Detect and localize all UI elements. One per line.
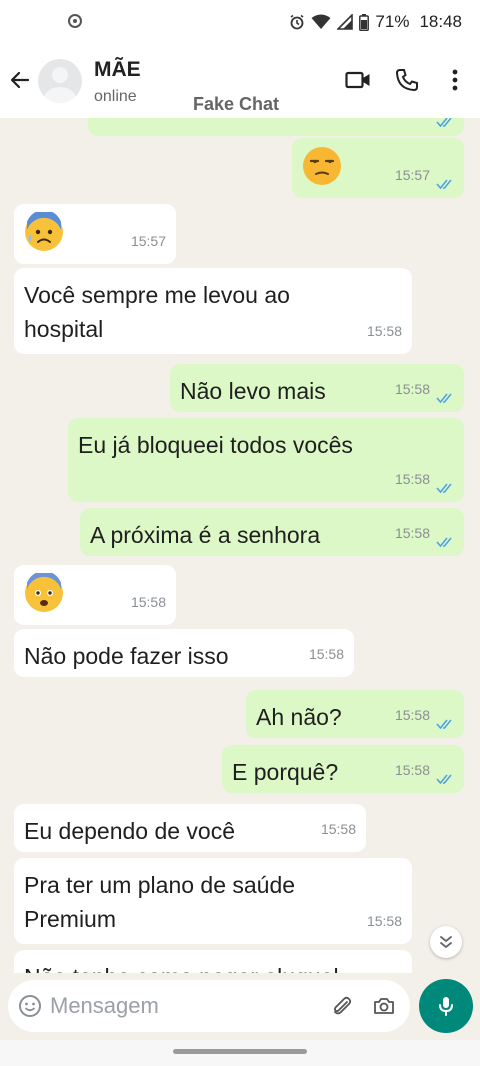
message-time: 15:58 — [130, 594, 166, 610]
message-bubble-incoming[interactable]: Pra ter um plano de saúde Premium 15:58 — [14, 858, 412, 944]
message-time: 15:58 — [308, 646, 344, 662]
message-bubble-outgoing[interactable]: A próxima é a senhora 15:58 — [80, 508, 464, 556]
contact-name[interactable]: MÃE — [94, 58, 141, 82]
message-time: 15:57 — [394, 167, 430, 183]
message-text: Ah não? — [256, 704, 342, 730]
clock: 18:48 — [419, 12, 462, 31]
message-text: A próxima é a senhora — [90, 522, 321, 548]
double-chevron-down-icon — [440, 936, 452, 948]
message-input-placeholder: Mensagem — [50, 993, 159, 1018]
fake-chat-watermark: Fake Chat — [193, 94, 280, 114]
read-ticks-icon — [436, 179, 452, 190]
attachment-icon[interactable] — [330, 994, 354, 1018]
fearful-face-emoji-icon — [25, 573, 63, 612]
read-ticks-icon — [436, 537, 452, 548]
message-time: 15:58 — [394, 525, 430, 541]
emoji-icon[interactable] — [18, 994, 42, 1018]
unamused-face-emoji-icon — [303, 147, 341, 185]
message-text: Não tenho como pagar aluguel — [24, 960, 339, 973]
read-ticks-icon — [436, 774, 452, 785]
signal-icon — [337, 14, 354, 30]
message-time: 15:58 — [394, 381, 430, 397]
status-bar: 71% 18:48 — [0, 0, 480, 46]
scroll-to-bottom-button[interactable] — [430, 926, 462, 958]
anxious-face-with-sweat-emoji-icon — [25, 212, 63, 251]
message-bubble-outgoing[interactable]: 15:57 — [88, 118, 464, 136]
message-bubble-incoming[interactable]: 15:57 — [14, 204, 176, 264]
message-time: 15:57 — [395, 118, 430, 130]
message-time: 15:58 — [320, 821, 356, 837]
alarm-icon — [290, 14, 304, 30]
message-text: Não pode fazer isso — [24, 643, 229, 669]
more-options-icon[interactable] — [449, 68, 461, 92]
message-bubble-incoming[interactable]: 15:58 — [14, 565, 176, 625]
message-text: Eu dependo de você — [24, 818, 236, 844]
microphone-icon — [439, 997, 453, 1016]
message-time: 15:57 — [130, 233, 166, 249]
message-text: E porquê? — [232, 759, 339, 785]
read-ticks-icon — [436, 118, 452, 128]
read-ticks-icon — [436, 719, 452, 730]
message-bubble-incoming[interactable]: Não pode fazer isso 15:58 — [14, 629, 354, 677]
video-call-icon[interactable] — [345, 68, 371, 92]
message-bubble-outgoing[interactable]: Ah não? 15:58 — [246, 690, 464, 738]
voice-message-button[interactable] — [419, 979, 473, 1033]
message-bubble-incoming[interactable]: Você sempre me levou ao hospital 15:58 — [14, 268, 412, 354]
battery-percent: 71% — [375, 12, 410, 31]
message-list[interactable]: 15:57 15:57 15:57 Você sempre me levou a… — [0, 118, 480, 973]
status-icons: 71% 18:48 — [289, 12, 462, 32]
battery-icon — [359, 13, 370, 31]
phone-call-icon[interactable] — [395, 68, 419, 92]
message-time: 15:58 — [366, 913, 402, 929]
contact-status: online — [94, 88, 137, 105]
message-time: 15:58 — [394, 707, 430, 723]
message-text: Eu já bloqueei todos vocês — [78, 432, 353, 458]
message-text: Não levo mais — [180, 378, 326, 404]
message-time: 15:58 — [366, 323, 402, 339]
message-time: 15:58 — [394, 762, 430, 778]
home-indicator[interactable] — [173, 1049, 307, 1054]
message-bubble-outgoing[interactable]: E porquê? 15:58 — [222, 745, 464, 793]
notification-dot-icon — [68, 14, 82, 28]
message-bubble-outgoing[interactable]: 15:57 — [292, 138, 464, 198]
message-text: Você sempre me levou ao hospital — [24, 282, 290, 342]
avatar[interactable] — [38, 59, 82, 103]
wifi-icon — [311, 14, 331, 29]
message-input[interactable]: Mensagem — [8, 980, 410, 1032]
back-arrow-icon[interactable] — [8, 68, 32, 92]
message-bubble-outgoing[interactable]: Não levo mais 15:58 — [170, 364, 464, 412]
camera-icon[interactable] — [372, 994, 396, 1018]
message-bubble-incoming[interactable]: Eu dependo de você 15:58 — [14, 804, 366, 852]
message-text: Pra ter um plano de saúde Premium — [24, 872, 296, 932]
read-ticks-icon — [436, 393, 452, 404]
message-bubble-outgoing[interactable]: Eu já bloqueei todos vocês 15:58 — [68, 418, 464, 502]
message-bubble-incoming[interactable]: Não tenho como pagar aluguel — [14, 950, 412, 973]
read-ticks-icon — [436, 483, 452, 494]
message-time: 15:58 — [394, 471, 430, 487]
